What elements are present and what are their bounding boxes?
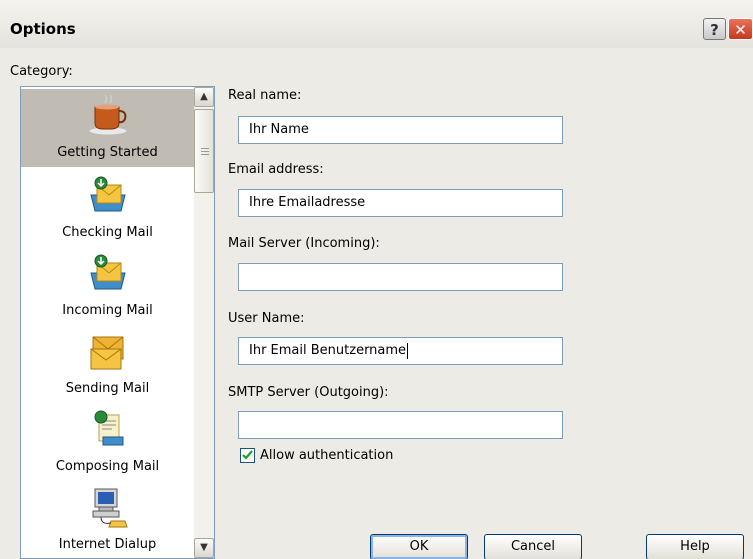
category-list[interactable]: Getting Started Checking Mail Incoming M… [20,86,215,559]
category-item-sending-mail[interactable]: Sending Mail [21,325,194,403]
incoming-server-label: Mail Server (Incoming): [228,236,380,251]
chevron-up-icon: ▲ [200,91,208,102]
category-item-label: Sending Mail [65,381,150,396]
scroll-up-button[interactable]: ▲ [194,87,214,107]
category-item-checking-mail[interactable]: Checking Mail [21,169,194,247]
question-icon: ? [710,21,719,39]
chevron-down-icon: ▼ [200,542,208,553]
category-item-label: Getting Started [57,145,158,160]
category-item-label: Composing Mail [55,459,160,474]
scroll-thumb[interactable] [194,109,214,193]
real-name-field[interactable]: Ihr Name [238,116,563,144]
coffee-cup-icon [88,94,128,136]
email-address-label: Email address: [228,162,324,177]
sending-mail-icon [90,336,124,370]
window-title: Options [10,20,76,38]
category-item-label: Incoming Mail [62,303,153,318]
user-name-label: User Name: [228,311,305,326]
user-name-field[interactable]: Ihr Email Benutzername [238,337,563,365]
real-name-label: Real name: [228,88,302,103]
category-item-label: Internet Dialup [58,537,157,552]
text-caret [407,342,409,359]
category-item-internet-dialup[interactable]: Internet Dialup [21,481,194,559]
category-item-incoming-mail[interactable]: Incoming Mail [21,247,194,325]
allow-authentication-label: Allow authentication [260,448,394,463]
grip-icon [201,148,209,155]
help-title-button[interactable]: ? [703,18,726,40]
smtp-server-label: SMTP Server (Outgoing): [228,385,389,400]
category-item-label: Checking Mail [62,225,153,240]
category-scrollbar[interactable]: ▲ ▼ [194,87,214,558]
composing-mail-icon [94,410,124,446]
checking-mail-icon [90,176,126,212]
allow-authentication-checkbox[interactable] [240,448,255,463]
incoming-mail-icon [90,254,126,290]
category-label: Category: [10,64,73,79]
help-button[interactable]: Help [646,534,744,559]
ok-button[interactable]: OK [370,534,468,559]
smtp-server-field[interactable] [238,411,563,439]
internet-dialup-icon [92,488,128,528]
scroll-down-button[interactable]: ▼ [194,538,214,558]
email-address-field[interactable]: Ihre Emailadresse [238,189,563,217]
close-icon: ✕ [734,21,747,39]
incoming-server-field[interactable] [238,263,563,291]
checkmark-icon [242,450,253,460]
category-item-getting-started[interactable]: Getting Started [21,89,194,167]
close-button[interactable]: ✕ [728,18,753,40]
title-bar: Options ? ✕ [0,0,753,48]
category-item-composing-mail[interactable]: Composing Mail [21,403,194,481]
cancel-button[interactable]: Cancel [484,534,582,559]
